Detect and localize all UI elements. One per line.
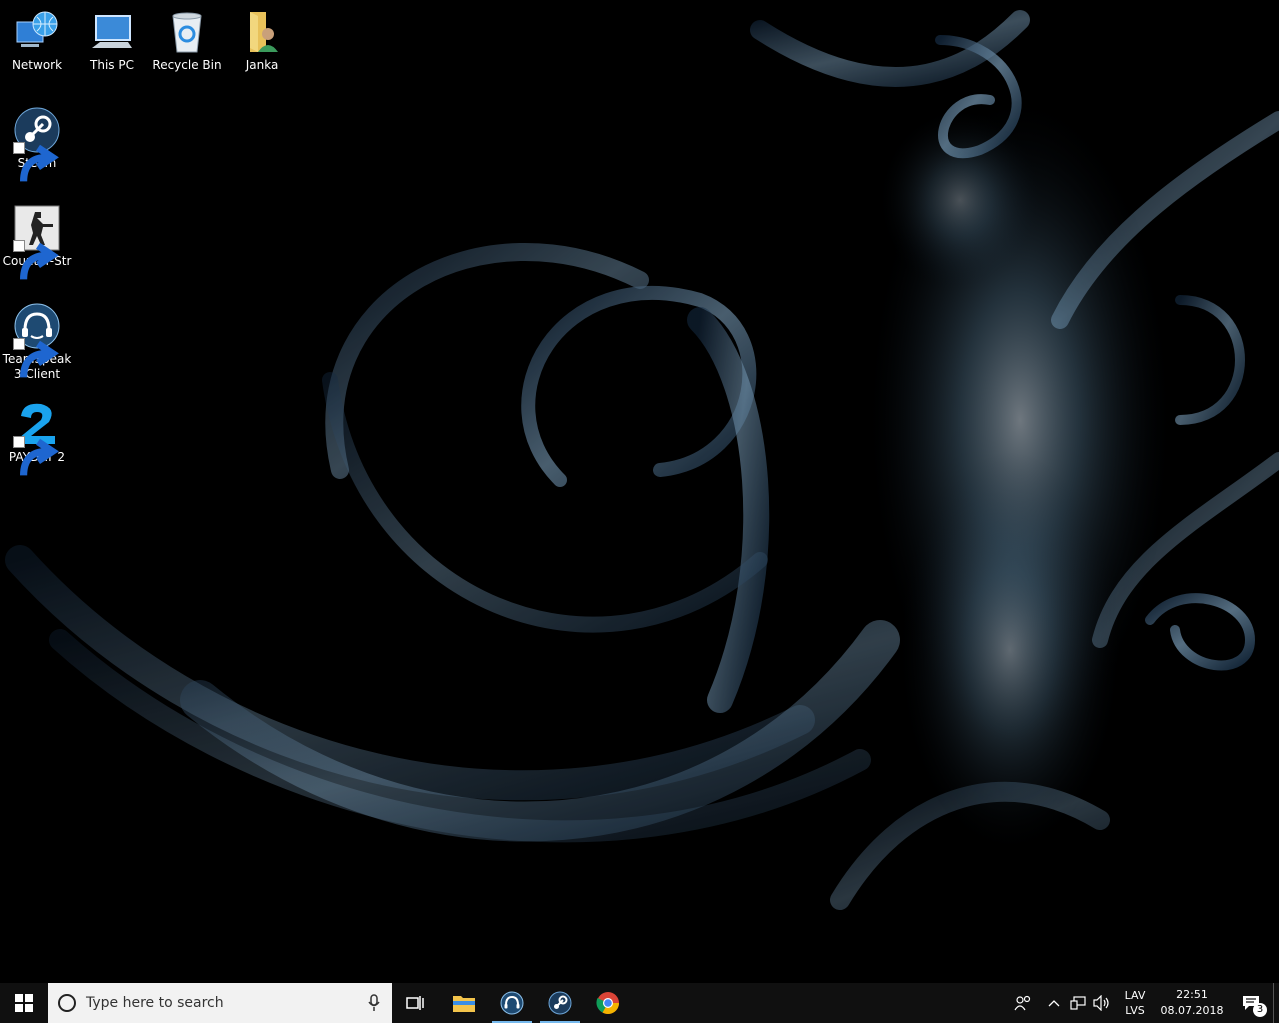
desktop-icon-payday-2[interactable]: PAYDAY 2	[0, 400, 74, 476]
shortcut-arrow-icon	[13, 240, 59, 280]
desktop-wallpaper	[0, 0, 1279, 983]
speaker-icon	[1093, 995, 1109, 1011]
microphone-icon[interactable]	[368, 994, 380, 1012]
steam-icon	[548, 991, 572, 1015]
wallpaper-art	[5, 10, 1279, 910]
cortana-icon	[58, 994, 76, 1012]
notification-count-badge: 3	[1253, 1003, 1267, 1017]
desktop-icon-steam[interactable]: Steam	[0, 106, 74, 182]
desktop-icon-label: Network	[11, 58, 63, 72]
taskbar-chrome[interactable]	[584, 983, 632, 1023]
taskbar-task-view[interactable]	[392, 983, 440, 1023]
desktop-icon-counter-strike[interactable]: Counter-Str	[0, 204, 74, 280]
clock[interactable]: 22:51 08.07.2018	[1155, 983, 1229, 1023]
search-box[interactable]: Type here to search	[48, 983, 392, 1023]
teamspeak-icon	[500, 991, 524, 1015]
action-center-button[interactable]: 3	[1229, 983, 1273, 1023]
taskbar: Type here to search LAV LVS 22:51 08.07.…	[0, 983, 1279, 1023]
keyboard-layout-code: LVS	[1125, 1004, 1145, 1017]
system-tray: LAV LVS 22:51 08.07.2018 3	[1005, 983, 1279, 1023]
network-icon	[16, 11, 58, 47]
shortcut-arrow-icon	[13, 142, 59, 182]
clock-date: 08.07.2018	[1160, 1004, 1224, 1017]
desktop-icon-this-pc[interactable]: This PC	[75, 8, 149, 73]
desktop-icon-recycle-bin[interactable]: Recycle Bin	[150, 8, 224, 73]
volume-button[interactable]	[1089, 983, 1115, 1023]
ethernet-icon	[1070, 996, 1086, 1010]
start-button[interactable]	[0, 983, 48, 1023]
chevron-up-icon	[1048, 1000, 1060, 1007]
chrome-icon	[596, 992, 619, 1014]
taskbar-teamspeak[interactable]	[488, 983, 536, 1023]
taskbar-steam[interactable]	[536, 983, 584, 1023]
people-button[interactable]	[1005, 983, 1041, 1023]
desktop-icon-janka[interactable]: Janka	[225, 8, 299, 73]
desktop-icon-label: Janka	[245, 58, 279, 72]
clock-time: 22:51	[1176, 988, 1208, 1001]
desktop-icon-label: Recycle Bin	[152, 58, 222, 72]
task-view-icon	[406, 996, 424, 1010]
input-language-indicator[interactable]: LAV LVS	[1115, 983, 1155, 1023]
desktop-icon-label: This PC	[90, 58, 134, 72]
shortcut-arrow-icon	[13, 338, 59, 378]
show-desktop-button[interactable]	[1273, 983, 1279, 1023]
folder-icon	[453, 996, 475, 1012]
language-code: LAV	[1124, 989, 1146, 1002]
taskbar-file-explorer[interactable]	[440, 983, 488, 1023]
user-folder-icon	[250, 12, 278, 52]
desktop-icon-teamspeak[interactable]: TeamSpeak 3 Client	[0, 302, 74, 382]
show-hidden-icons-button[interactable]	[1041, 983, 1067, 1023]
shortcut-arrow-icon	[13, 436, 59, 476]
people-icon	[1014, 995, 1031, 1011]
network-status-button[interactable]	[1067, 983, 1089, 1023]
desktop-icon-network[interactable]: Network	[0, 8, 74, 73]
computer-icon	[92, 15, 132, 48]
recycle-bin-icon	[172, 12, 202, 53]
windows-logo-icon	[15, 994, 33, 1012]
search-placeholder: Type here to search	[86, 995, 224, 1011]
